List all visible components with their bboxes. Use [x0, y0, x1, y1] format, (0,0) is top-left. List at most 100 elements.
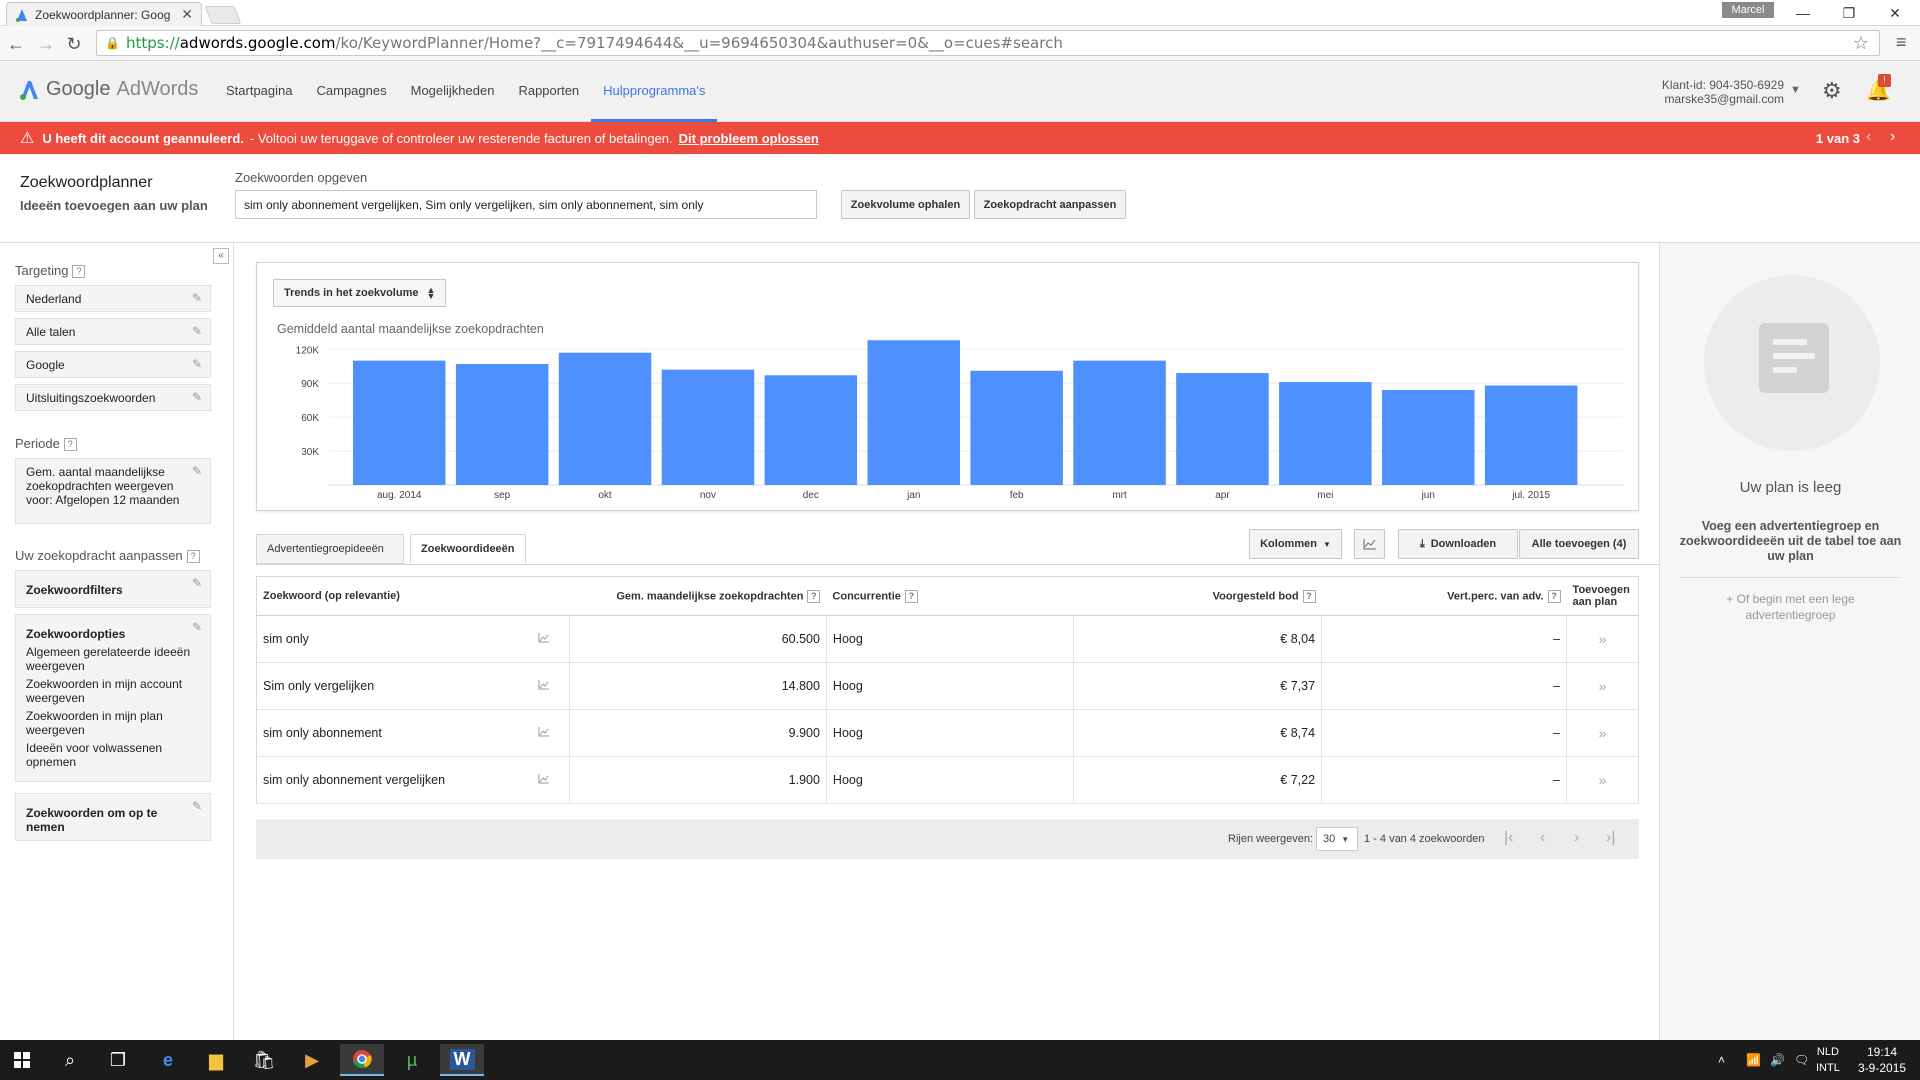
pencil-icon[interactable]: ✎ [192, 576, 202, 590]
columns-button[interactable]: Kolommen ▼ [1249, 529, 1342, 559]
targeting-network[interactable]: Google ✎ [15, 351, 211, 378]
browser-menu-icon[interactable]: ≡ [1896, 32, 1907, 53]
tab-adgroup-ideas[interactable]: Advertentiegroepideeën [256, 534, 404, 564]
bell-icon[interactable]: 🔔! [1866, 74, 1891, 103]
alert-next-icon[interactable]: › [1890, 128, 1895, 146]
alert-prev-icon[interactable]: ‹ [1866, 128, 1871, 146]
add-to-plan-button[interactable]: » [1566, 756, 1639, 804]
clock[interactable]: 19:14 3-9-2015 [1858, 1044, 1906, 1076]
add-to-plan-button[interactable]: » [1566, 615, 1639, 663]
chart-bar[interactable] [661, 369, 755, 485]
period-box[interactable]: Gem. aantal maandelijkse zoekopdrachten … [15, 458, 211, 524]
search-icon[interactable]: ⌕ [48, 1044, 92, 1076]
nav-rapporten[interactable]: Rapporten [506, 62, 591, 122]
chart-bar[interactable] [1073, 360, 1166, 485]
add-to-plan-button[interactable]: » [1566, 662, 1639, 710]
account-dropdown-icon[interactable]: ▼ [1790, 84, 1801, 96]
pencil-icon[interactable]: ✎ [192, 291, 202, 305]
pencil-icon[interactable]: ✎ [192, 390, 202, 404]
chart-bar[interactable] [1382, 390, 1475, 485]
reload-icon[interactable]: ↻ [62, 32, 86, 56]
keyword-options-box[interactable]: Zoekwoordopties Algemeen gerelateerde id… [15, 614, 211, 782]
chart-bar[interactable] [353, 360, 446, 485]
chart-bar[interactable] [867, 340, 961, 485]
address-bar[interactable]: 🔒 https://adwords.google.com/ko/KeywordP… [96, 30, 1880, 56]
new-tab-button[interactable] [204, 6, 242, 24]
targeting-location[interactable]: Nederland ✎ [15, 285, 211, 312]
edge-icon[interactable]: e [146, 1044, 190, 1076]
word-icon[interactable]: W [440, 1044, 484, 1076]
chart-bar[interactable] [1279, 382, 1372, 485]
last-page-icon[interactable]: ›| [1606, 829, 1615, 847]
nav-startpagina[interactable]: Startpagina [214, 62, 305, 122]
chart-bar[interactable] [970, 370, 1063, 485]
targeting-language[interactable]: Alle talen ✎ [15, 318, 211, 345]
trend-chart-icon[interactable] [532, 709, 570, 757]
pencil-icon[interactable]: ✎ [192, 324, 202, 338]
action-center-icon[interactable]: 🗨 [1794, 1040, 1809, 1080]
nav-hulpprogrammas[interactable]: Hulpprogramma's [591, 62, 718, 122]
keywords-to-include-box[interactable]: Zoekwoorden om op te nemen ✎ [15, 793, 211, 841]
help-icon[interactable]: ? [63, 438, 77, 452]
adwords-logo[interactable]: Google AdWords [18, 78, 198, 101]
col-suggested-bid[interactable]: Voorgesteld bod? [1073, 576, 1322, 616]
chart-bar[interactable] [1484, 385, 1578, 485]
chrome-icon[interactable] [340, 1044, 384, 1076]
keywords-input[interactable]: sim only abonnement vergelijken, Sim onl… [235, 190, 817, 219]
alert-fix-link[interactable]: Dit probleem oplossen [679, 131, 819, 146]
col-keyword[interactable]: Zoekwoord (op relevantie) [256, 576, 533, 616]
tab-close-icon[interactable]: ✕ [181, 6, 193, 23]
task-view-icon[interactable]: ❐ [96, 1044, 140, 1076]
chart-bar[interactable] [558, 352, 652, 485]
trend-chart-icon[interactable] [532, 756, 570, 804]
minimize-icon[interactable]: — [1780, 0, 1826, 26]
gear-icon[interactable]: ⚙ [1822, 78, 1842, 104]
window-close-icon[interactable]: ✕ [1872, 0, 1918, 26]
get-volume-button[interactable]: Zoekvolume ophalen [841, 190, 970, 219]
trend-chart-icon[interactable] [532, 615, 570, 663]
prev-page-icon[interactable]: ‹ [1540, 829, 1545, 847]
store-icon[interactable]: 🛍 [242, 1044, 286, 1076]
windows-start-icon[interactable] [0, 1044, 44, 1076]
maximize-icon[interactable]: ❐ [1826, 0, 1872, 26]
keyword-filters-box[interactable]: Zoekwoordfilters ✎ [15, 570, 211, 608]
col-ad-share[interactable]: Vert.perc. van adv.? [1321, 576, 1567, 616]
add-to-plan-button[interactable]: » [1566, 709, 1639, 757]
first-page-icon[interactable]: |‹ [1504, 829, 1513, 847]
help-icon[interactable]: ? [904, 589, 918, 603]
trend-chart-icon[interactable] [532, 662, 570, 710]
help-icon[interactable]: ? [186, 550, 200, 564]
help-icon[interactable]: ? [1547, 589, 1561, 603]
bookmark-star-icon[interactable]: ☆ [1853, 33, 1869, 54]
pencil-icon[interactable]: ✎ [192, 799, 202, 813]
network-icon[interactable]: 📶 [1746, 1040, 1761, 1080]
rows-per-page-select[interactable]: 30 ▼ [1316, 827, 1358, 851]
download-button[interactable]: ⤓ Downloaden [1398, 529, 1518, 559]
help-icon[interactable]: ? [72, 265, 86, 279]
col-competition[interactable]: Concurrentie? [826, 576, 1074, 616]
pencil-icon[interactable]: ✎ [192, 357, 202, 371]
nav-mogelijkheden[interactable]: Mogelijkheden [399, 62, 507, 122]
collapse-sidebar-icon[interactable]: « [213, 248, 229, 264]
language-indicator[interactable]: NLD INTL [1816, 1044, 1840, 1076]
tab-keyword-ideas[interactable]: Zoekwoordideeën [410, 534, 526, 564]
chart-bar[interactable] [455, 364, 549, 485]
account-info[interactable]: Klant-id: 904-350-6929 marske35@gmail.co… [1662, 78, 1784, 106]
help-icon[interactable]: ? [1302, 589, 1316, 603]
file-explorer-icon[interactable]: ▆ [194, 1044, 238, 1076]
media-player-icon[interactable]: ▶ [290, 1044, 334, 1076]
nav-campagnes[interactable]: Campagnes [305, 62, 399, 122]
back-icon[interactable]: ← [4, 32, 28, 56]
new-adgroup-link[interactable]: + Of begin met een lege advertentiegroep [1680, 591, 1901, 623]
modify-search-button[interactable]: Zoekopdracht aanpassen [974, 190, 1126, 219]
pencil-icon[interactable]: ✎ [192, 620, 202, 634]
chart-bar[interactable] [764, 375, 858, 485]
help-icon[interactable]: ? [807, 589, 821, 603]
pencil-icon[interactable]: ✎ [192, 464, 202, 478]
forward-icon[interactable]: → [34, 32, 58, 56]
browser-profile-chip[interactable]: Marcel [1722, 2, 1774, 18]
utorrent-icon[interactable]: µ [390, 1044, 434, 1076]
chart-view-icon[interactable] [1354, 529, 1385, 559]
volume-icon[interactable]: 🔊 [1770, 1040, 1785, 1080]
show-hidden-icons[interactable]: ˄ [1718, 1040, 1725, 1080]
